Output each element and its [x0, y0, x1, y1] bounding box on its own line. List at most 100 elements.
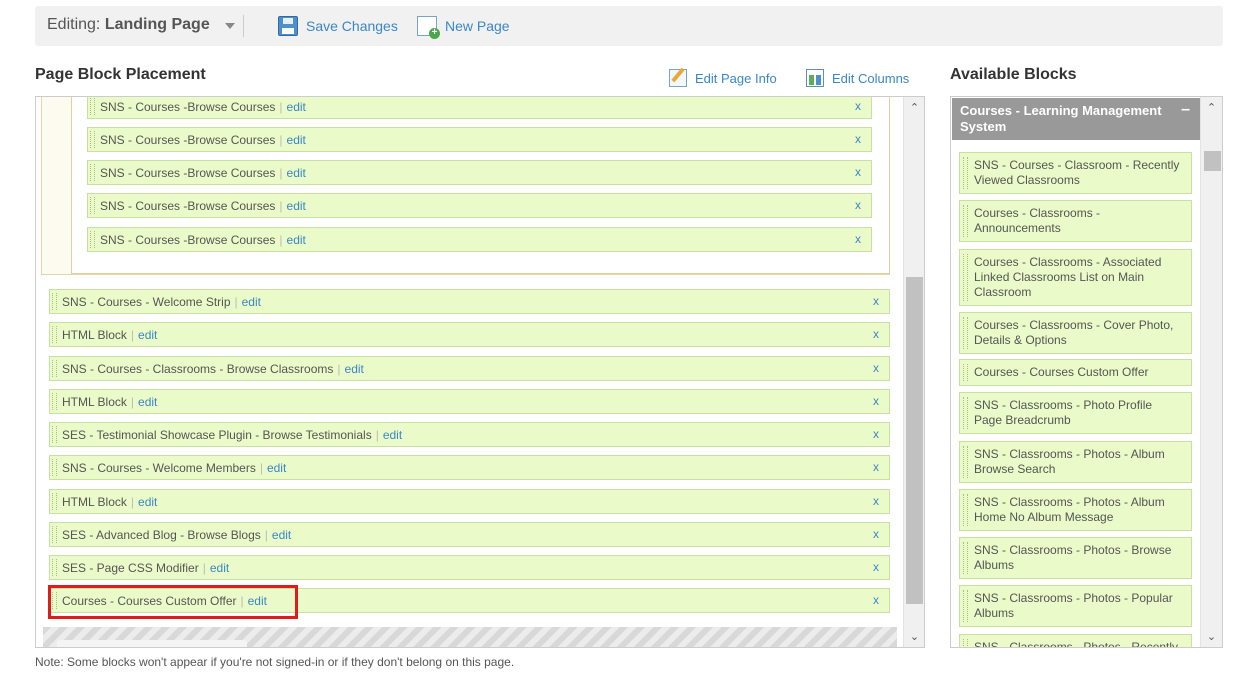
remove-block-button[interactable]: x	[873, 327, 879, 341]
scroll-up-icon[interactable]: ⌃	[1201, 98, 1222, 116]
block-name: HTML Block	[62, 327, 127, 342]
floppy-disk-icon	[278, 16, 298, 36]
edit-link[interactable]: edit	[279, 100, 306, 114]
block-name: SES - Page CSS Modifier	[62, 560, 199, 575]
edit-link[interactable]: edit	[265, 528, 291, 542]
placed-block[interactable]: HTML Block edit x	[49, 322, 890, 347]
block-name: SNS - Courses -Browse Courses	[100, 198, 276, 213]
available-scrollbar[interactable]: ⌃ ⌄	[1200, 97, 1222, 647]
placement-title: Page Block Placement	[35, 66, 206, 83]
new-page-button[interactable]: New Page	[417, 16, 510, 39]
available-block[interactable]: Courses - Classrooms - Announcements	[959, 200, 1192, 242]
new-page-icon	[417, 16, 440, 39]
placed-block[interactable]: SNS - Courses -Browse Courses edit x	[87, 127, 872, 152]
remove-block-button[interactable]: x	[873, 361, 879, 375]
block-placement-area: SNS - Courses -Browse Courses edit x SNS…	[35, 96, 925, 648]
available-blocks-title: Available Blocks	[950, 66, 1077, 83]
placement-scrollbar[interactable]: ⌃ ⌄	[903, 97, 924, 647]
highlight-box	[48, 585, 298, 619]
remove-block-button[interactable]: x	[873, 560, 879, 574]
scroll-down-icon[interactable]: ⌄	[904, 627, 925, 645]
category-header[interactable]: Courses - Learning Management System –	[952, 98, 1200, 140]
available-block[interactable]: SNS - Classrooms - Photos - Album Home N…	[959, 489, 1192, 531]
page-selector[interactable]: Editing: Landing Page	[47, 16, 210, 34]
scrollbar-thumb[interactable]	[906, 277, 923, 604]
placed-block[interactable]: SES - Testimonial Showcase Plugin - Brow…	[49, 422, 890, 447]
toolbar-divider	[243, 15, 244, 37]
edit-link[interactable]: edit	[376, 428, 402, 442]
save-changes-button[interactable]: Save Changes	[278, 16, 398, 36]
edit-link[interactable]: edit	[279, 166, 306, 180]
drop-zone[interactable]	[43, 627, 897, 647]
block-name: SNS - Courses - Welcome Strip	[62, 294, 231, 309]
placed-block[interactable]: SNS - Courses -Browse Courses edit x	[87, 227, 872, 252]
new-page-label: New Page	[445, 18, 510, 34]
remove-block-button[interactable]: x	[855, 198, 861, 212]
columns-icon	[806, 69, 824, 87]
remove-block-button[interactable]: x	[855, 132, 861, 146]
remove-block-button[interactable]: x	[873, 494, 879, 508]
remove-block-button[interactable]: x	[855, 99, 861, 113]
placed-block[interactable]: SNS - Courses -Browse Courses edit x	[87, 160, 872, 185]
placed-block[interactable]: SNS - Courses -Browse Courses edit x	[87, 97, 872, 119]
block-name: SNS - Courses -Browse Courses	[100, 232, 276, 247]
edit-columns-label: Edit Columns	[832, 70, 910, 86]
edit-link[interactable]: edit	[279, 133, 306, 147]
placed-block[interactable]: SNS - Courses - Classrooms - Browse Clas…	[49, 356, 890, 381]
edit-link[interactable]: edit	[203, 561, 229, 575]
edit-link[interactable]: edit	[131, 495, 157, 509]
scrollbar-thumb[interactable]	[1204, 151, 1221, 171]
remove-block-button[interactable]: x	[873, 294, 879, 308]
edit-link[interactable]: edit	[131, 328, 157, 342]
edit-page-icon	[669, 69, 687, 87]
placed-block[interactable]: HTML Block edit x	[49, 489, 890, 514]
placed-block[interactable]: SES - Advanced Blog - Browse Blogs edit …	[49, 522, 890, 547]
block-name: SNS - Courses -Browse Courses	[100, 132, 276, 147]
save-changes-label: Save Changes	[306, 18, 398, 34]
available-block[interactable]: SNS - Classrooms - Photo Profile Page Br…	[959, 392, 1192, 434]
placed-block[interactable]: HTML Block edit x	[49, 389, 890, 414]
dropdown-arrow-icon[interactable]	[225, 23, 235, 29]
editing-prefix: Editing:	[47, 16, 101, 33]
available-block[interactable]: SNS - Classrooms - Photos - Album Browse…	[959, 441, 1192, 483]
page-name[interactable]: Landing Page	[105, 16, 210, 33]
available-block[interactable]: SNS - Classrooms - Photos - Browse Album…	[959, 537, 1192, 579]
remove-block-button[interactable]: x	[855, 232, 861, 246]
editor-toolbar: Editing: Landing Page Save Changes New P…	[35, 6, 1223, 46]
collapse-icon[interactable]: –	[1181, 102, 1190, 118]
block-name: HTML Block	[62, 394, 127, 409]
scroll-down-icon[interactable]: ⌄	[1201, 627, 1222, 645]
remove-block-button[interactable]: x	[855, 165, 861, 179]
edit-page-info-label: Edit Page Info	[695, 70, 777, 86]
edit-page-info-link[interactable]: Edit Page Info	[669, 69, 777, 87]
available-block[interactable]: Courses - Courses Custom Offer	[959, 359, 1192, 386]
edit-columns-link[interactable]: Edit Columns	[806, 69, 909, 87]
remove-block-button[interactable]: x	[873, 593, 879, 607]
available-block[interactable]: Courses - Classrooms - Cover Photo, Deta…	[959, 312, 1192, 354]
available-block[interactable]: SNS - Classrooms - Photos - Popular Albu…	[959, 585, 1192, 627]
available-block[interactable]: SNS - Classrooms - Photos - Recently	[959, 634, 1192, 647]
edit-link[interactable]: edit	[279, 233, 306, 247]
edit-link[interactable]: edit	[131, 395, 157, 409]
remove-block-button[interactable]: x	[873, 460, 879, 474]
edit-link[interactable]: edit	[260, 461, 286, 475]
footer-note: Note: Some blocks won't appear if you're…	[35, 655, 515, 669]
remove-block-button[interactable]: x	[873, 527, 879, 541]
placed-block[interactable]: SNS - Courses - Welcome Strip edit x	[49, 289, 890, 314]
available-block[interactable]: Courses - Classrooms - Associated Linked…	[959, 249, 1192, 306]
edit-link[interactable]: edit	[279, 199, 306, 213]
available-block[interactable]: SNS - Courses - Classroom - Recently Vie…	[959, 152, 1192, 194]
column-container: SNS - Courses -Browse Courses edit x SNS…	[41, 97, 890, 275]
edit-link[interactable]: edit	[337, 362, 364, 376]
scroll-up-icon[interactable]: ⌃	[904, 98, 925, 116]
remove-block-button[interactable]: x	[873, 427, 879, 441]
placed-block[interactable]: SES - Page CSS Modifier edit x	[49, 555, 890, 580]
block-name: SNS - Courses - Classrooms - Browse Clas…	[62, 361, 334, 376]
block-name: SNS - Courses -Browse Courses	[100, 165, 276, 180]
remove-block-button[interactable]: x	[873, 394, 879, 408]
block-name: SES - Testimonial Showcase Plugin - Brow…	[62, 427, 372, 442]
placed-block[interactable]: SNS - Courses -Browse Courses edit x	[87, 193, 872, 218]
placed-block[interactable]: SNS - Courses - Welcome Members edit x	[49, 455, 890, 480]
edit-link[interactable]: edit	[235, 295, 261, 309]
available-blocks-panel: Courses - Learning Management System – S…	[950, 96, 1223, 648]
